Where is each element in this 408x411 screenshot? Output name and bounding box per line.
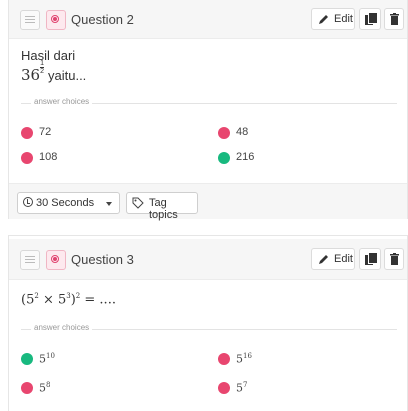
question-expression: 36 1 2 yaitu... [21,60,87,84]
tag-topics-label: Tag topics [149,197,178,221]
question-footer: 30 Seconds Tag topics [9,183,407,221]
pencil-icon [319,255,328,264]
question-card-3: Question 3 Edit (52 × 53)2 = .... answer… [8,235,408,411]
incorrect-indicator [21,382,33,394]
question-type-icon [46,10,66,30]
question-header: Question 3 Edit [9,239,407,280]
answer-choices-label: answer choices [31,97,93,106]
expression-base: 36 [21,66,41,84]
tag-icon [132,197,144,209]
question-text: Hasil dari [21,48,76,63]
answer-choices-label: answer choices [31,323,93,332]
delete-button[interactable] [384,8,404,30]
question-type-icon [46,250,66,270]
tag-topics-button[interactable]: Tag topics [126,192,198,221]
edit-button[interactable]: Edit [311,248,355,270]
question-title: Question 2 [71,12,134,27]
pencil-icon [319,15,328,24]
question-header: Question 2 Edit [9,0,407,39]
time-limit-value: 30 Seconds [36,197,95,209]
delete-button[interactable] [384,248,404,270]
edit-label: Edit [334,253,353,265]
edit-button[interactable]: Edit [311,8,355,30]
drag-handle-icon[interactable] [20,250,40,270]
drag-handle-icon[interactable] [20,10,40,30]
answer-choices-divider: answer choices [21,323,397,332]
trash-icon [390,253,399,265]
trash-icon [390,13,399,25]
incorrect-indicator [21,152,33,164]
expression-exponent: 12 [40,60,44,75]
edit-label: Edit [334,13,353,25]
incorrect-indicator [218,382,230,394]
correct-indicator [218,152,230,164]
duplicate-button[interactable] [359,8,381,30]
clock-icon [23,197,33,207]
duplicate-button[interactable] [359,248,381,270]
expression-tail: yaitu... [48,68,87,83]
question-expression: (52 × 53)2 = .... [21,292,116,308]
caret-down-icon [106,202,112,206]
question-card-2: Question 2 Edit Hasil dari 36 1 2 yaitu... … [8,0,408,221]
answer-choices-divider: answer choices [21,97,397,106]
time-limit-select[interactable]: 30 Seconds [17,192,120,214]
incorrect-indicator [21,127,33,139]
correct-indicator [21,353,33,365]
incorrect-indicator [218,127,230,139]
question-title: Question 3 [71,252,134,267]
incorrect-indicator [218,353,230,365]
